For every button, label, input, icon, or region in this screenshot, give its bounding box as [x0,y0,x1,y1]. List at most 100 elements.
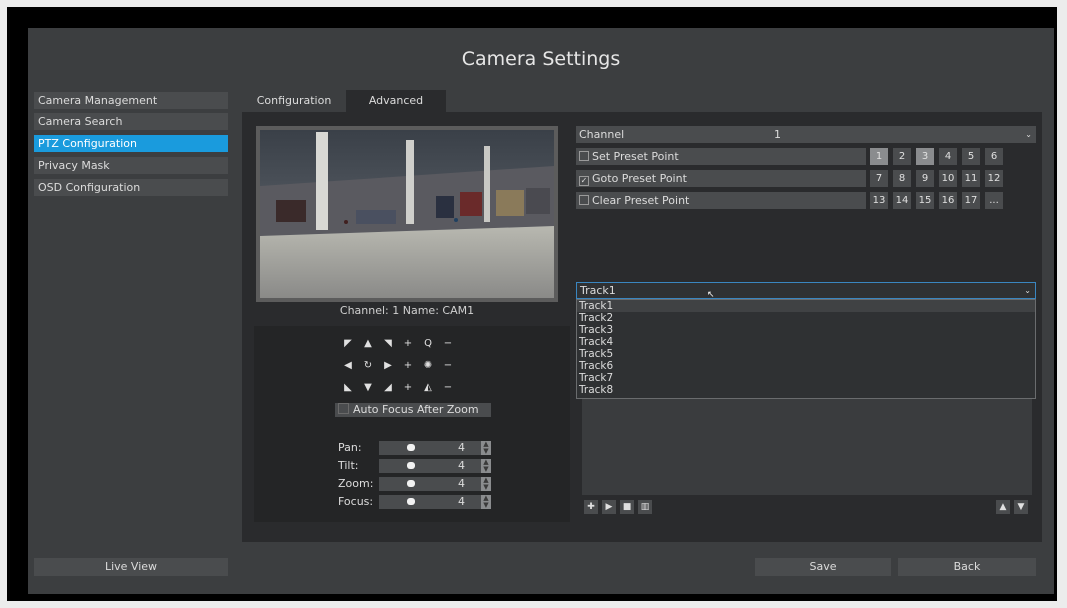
arrow-down-left-icon[interactable]: ◣ [340,381,356,395]
pan-slider[interactable] [379,441,455,455]
sidebar-item-privacy-mask[interactable]: Privacy Mask [34,157,228,174]
preset-number-button[interactable]: 7 [870,170,888,187]
zoom-slider[interactable] [379,477,455,491]
minus-icon[interactable]: − [440,337,456,351]
track-option[interactable]: Track7 [577,372,1035,384]
slider-knob[interactable] [407,462,415,469]
tilt-spinner[interactable]: ▲ ▼ [481,459,491,473]
track-selected-value: Track1 [580,284,616,297]
checkbox-icon [579,151,589,161]
arrow-up-icon[interactable]: ▲ [360,337,376,351]
slider-knob[interactable] [407,480,415,487]
zoom-value[interactable]: 4 [455,477,481,491]
clear-preset-option[interactable]: Clear Preset Point [576,192,866,209]
arrow-down-right-icon[interactable]: ◢ [380,381,396,395]
chevron-down-icon: ⌄ [1024,286,1031,295]
zoom-slider-row: Zoom: 4 ▲ ▼ [335,477,491,491]
track-option[interactable]: Track8 [577,384,1035,396]
tilt-label: Tilt: [338,459,359,472]
preset-number-button[interactable]: 11 [962,170,980,187]
pan-label: Pan: [338,441,362,454]
track-option[interactable]: Track2 [577,312,1035,324]
preset-number-button[interactable]: 8 [893,170,911,187]
checkbox-checked-icon: ✓ [579,176,589,186]
set-preset-option[interactable]: Set Preset Point [576,148,866,165]
preset-number-button[interactable]: 6 [985,148,1003,165]
clear-preset-label: Clear Preset Point [592,194,690,207]
play-icon[interactable]: ▶ [602,500,616,514]
checkbox-icon [338,403,349,414]
window-title: Camera Settings [461,48,621,70]
sidebar-item-ptz-configuration[interactable]: PTZ Configuration [34,135,228,152]
preset-number-button[interactable]: 9 [916,170,934,187]
preset-number-button[interactable]: 1 [870,148,888,165]
tilt-slider[interactable] [379,459,455,473]
preset-number-button[interactable]: 10 [939,170,957,187]
sidebar-item-camera-search[interactable]: Camera Search [34,113,228,130]
track-option[interactable]: Track5 [577,348,1035,360]
channel-select[interactable]: Channel 1 ⌄ [576,126,1036,143]
plus-icon[interactable]: + [400,381,416,395]
tilt-value[interactable]: 4 [455,459,481,473]
preset-number-button[interactable]: 15 [916,192,934,209]
track-option[interactable]: Track6 [577,360,1035,372]
rotate-icon[interactable]: ↻ [360,359,376,373]
move-down-icon[interactable]: ▼ [1014,500,1028,514]
focus-slider[interactable] [379,495,455,509]
preset-number-button[interactable]: 16 [939,192,957,209]
track-option[interactable]: Track1 [577,300,1035,312]
move-up-icon[interactable]: ▲ [996,500,1010,514]
minus-icon[interactable]: − [440,381,456,395]
ptz-control-panel [254,326,570,522]
preset-number-button[interactable]: 17 [962,192,980,209]
preset-number-button[interactable]: ... [985,192,1003,209]
preset-number-button[interactable]: 2 [893,148,911,165]
track-point-list [582,399,1032,495]
track-option[interactable]: Track3 [577,324,1035,336]
arrow-down-icon[interactable]: ▼ [360,381,376,395]
add-icon[interactable]: ✚ [584,500,598,514]
tab-advanced[interactable]: Advanced [346,90,446,112]
back-button[interactable]: Back [898,558,1036,576]
auto-focus-label: Auto Focus After Zoom [353,403,479,416]
preset-number-button[interactable]: 13 [870,192,888,209]
zoom-spinner[interactable]: ▲ ▼ [481,477,491,491]
pan-value[interactable]: 4 [455,441,481,455]
goto-preset-option[interactable]: ✓ Goto Preset Point [576,170,866,187]
preset-number-button[interactable]: 3 [916,148,934,165]
focus-value[interactable]: 4 [455,495,481,509]
video-preview [256,126,558,302]
delete-icon[interactable]: ▥ [638,500,652,514]
zoom-icon[interactable]: Q [420,337,436,351]
save-button[interactable]: Save [755,558,891,576]
plus-icon[interactable]: + [400,337,416,351]
pan-spinner[interactable]: ▲ ▼ [481,441,491,455]
stop-icon[interactable]: ■ [620,500,634,514]
focus-spinner[interactable]: ▲ ▼ [481,495,491,509]
slider-knob[interactable] [407,498,415,505]
slider-knob[interactable] [407,444,415,451]
arrow-up-left-icon[interactable]: ◤ [340,337,356,351]
chevron-down-icon: ⌄ [1025,130,1032,139]
live-view-button[interactable]: Live View [34,558,228,576]
preset-number-button[interactable]: 4 [939,148,957,165]
tilt-slider-row: Tilt: 4 ▲ ▼ [335,459,491,473]
tab-configuration[interactable]: Configuration [242,90,346,112]
channel-value: 1 [774,128,781,141]
minus-icon[interactable]: − [440,359,456,373]
arrow-right-icon[interactable]: ▶ [380,359,396,373]
arrow-up-right-icon[interactable]: ◥ [380,337,396,351]
sidebar-item-osd-configuration[interactable]: OSD Configuration [34,179,228,196]
preset-number-button[interactable]: 14 [893,192,911,209]
plus-icon[interactable]: + [400,359,416,373]
track-select[interactable]: Track1 ⌄ ↖ [576,282,1036,300]
preset-number-button[interactable]: 5 [962,148,980,165]
focus-label: Focus: [338,495,374,508]
auto-focus-checkbox[interactable]: Auto Focus After Zoom [335,403,491,417]
iris-icon[interactable]: ◭ [420,381,436,395]
track-option[interactable]: Track4 [577,336,1035,348]
focus-icon[interactable]: ✺ [420,359,436,373]
sidebar-item-camera-management[interactable]: Camera Management [34,92,228,109]
preset-number-button[interactable]: 12 [985,170,1003,187]
arrow-left-icon[interactable]: ◀ [340,359,356,373]
